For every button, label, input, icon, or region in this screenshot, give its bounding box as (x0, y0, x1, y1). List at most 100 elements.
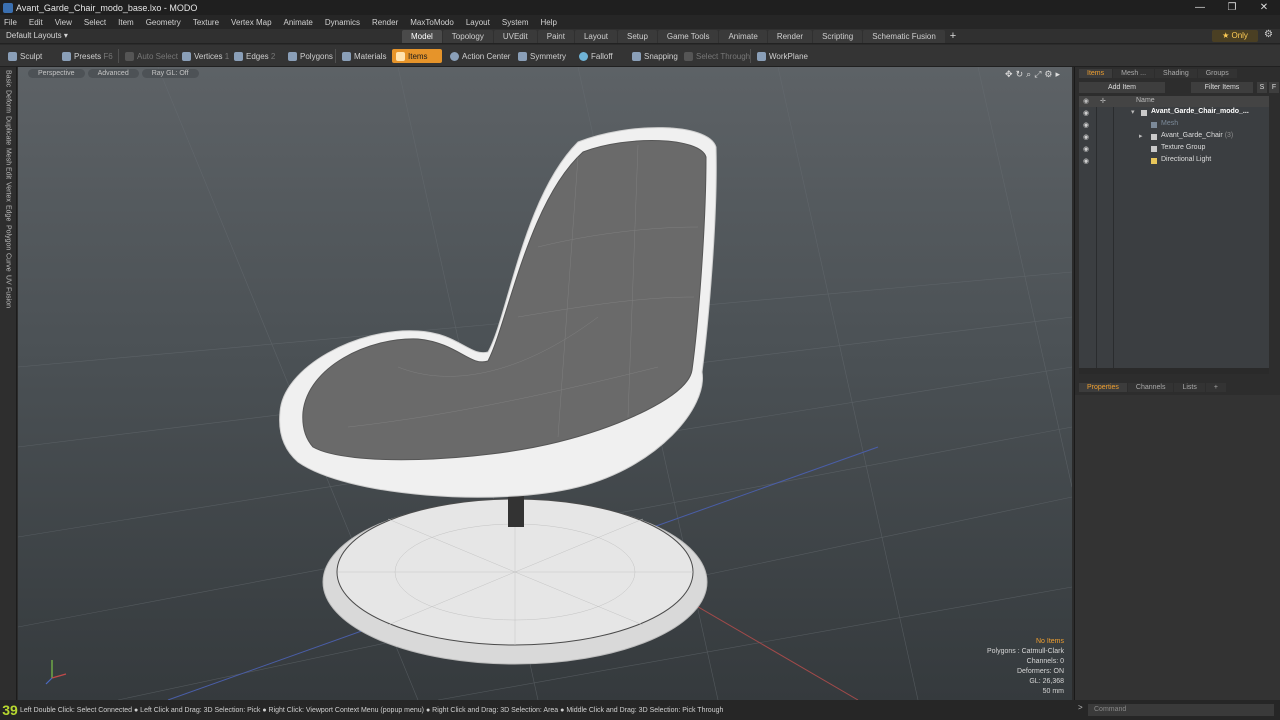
shading-advanced[interactable]: Advanced (87, 69, 139, 78)
list-item[interactable]: ◉ Texture Group (1079, 143, 1269, 155)
palette-tab-polygon[interactable]: Polygon (5, 225, 12, 250)
menu-file[interactable]: File (4, 18, 17, 27)
tab-lists[interactable]: Lists (1174, 383, 1205, 392)
toolbar-divider (750, 49, 751, 63)
menu-help[interactable]: Help (541, 18, 557, 27)
falloff-button[interactable]: Falloff (575, 49, 617, 63)
name-column-header[interactable]: Name (1136, 97, 1155, 104)
visibility-eye-icon[interactable]: ◉ (1083, 121, 1089, 129)
tab-setup[interactable]: Setup (618, 30, 657, 43)
rotate-icon[interactable]: ↻ (1016, 69, 1024, 80)
viewport-gear-icon[interactable]: ⚙ (1044, 69, 1052, 80)
auto-select-button[interactable]: Auto Select (121, 49, 182, 63)
menu-render[interactable]: Render (372, 18, 398, 27)
tab-groups[interactable]: Groups (1197, 69, 1237, 78)
tab-paint[interactable]: Paint (537, 30, 574, 43)
zoom-icon[interactable]: ⌕ (1026, 69, 1031, 80)
tab-shading[interactable]: Shading (1155, 69, 1197, 78)
menu-animate[interactable]: Animate (284, 18, 313, 27)
viewport-menu-icon[interactable]: ▸ (1055, 69, 1060, 80)
s-button[interactable]: S (1257, 82, 1267, 93)
select-through-button[interactable]: Select Through (680, 49, 754, 63)
menu-texture[interactable]: Texture (193, 18, 219, 27)
tab-properties[interactable]: Properties (1079, 383, 1127, 392)
list-item[interactable]: ◉ Mesh (1079, 119, 1269, 131)
visibility-eye-icon[interactable]: ◉ (1083, 109, 1089, 117)
palette-tab-mesh-edit[interactable]: Mesh Edit (5, 148, 12, 179)
ray-gl-toggle[interactable]: Ray GL: Off (141, 69, 199, 78)
tab-items[interactable]: Items (1079, 69, 1113, 78)
tab-animate[interactable]: Animate (719, 30, 767, 43)
palette-tab-fusion[interactable]: Fusion (5, 287, 12, 308)
close-button[interactable]: ✕ (1248, 0, 1280, 15)
palette-tab-uv[interactable]: UV (5, 275, 12, 285)
menu-system[interactable]: System (502, 18, 529, 27)
filter-items-button[interactable]: Filter Items (1191, 82, 1253, 93)
item-list-scrollbar[interactable] (1079, 368, 1269, 374)
command-input[interactable]: Command (1088, 704, 1274, 716)
collapse-arrow-icon[interactable]: ▾ (1131, 108, 1135, 116)
presets-icon (62, 51, 71, 61)
visibility-eye-icon[interactable]: ◉ (1083, 157, 1089, 165)
visibility-eye-icon[interactable]: ◉ (1083, 145, 1089, 153)
vertices-button[interactable]: Vertices 1 (178, 49, 233, 63)
edges-button[interactable]: Edges 2 (230, 49, 279, 63)
gear-icon[interactable]: ⚙ (1264, 29, 1273, 40)
f-button[interactable]: F (1269, 82, 1279, 93)
add-panel-tab-button[interactable]: + (1205, 383, 1226, 392)
menu-select[interactable]: Select (84, 18, 106, 27)
only-toggle[interactable]: ★ Only (1212, 30, 1258, 42)
pan-icon[interactable]: ✥ (1005, 69, 1013, 80)
presets-button[interactable]: Presets F6 (58, 49, 117, 63)
add-item-button[interactable]: Add Item (1079, 82, 1165, 93)
add-tab-button[interactable]: + (946, 30, 960, 43)
palette-tab-curve[interactable]: Curve (5, 253, 12, 272)
polygons-button[interactable]: Polygons (284, 49, 337, 63)
tab-render[interactable]: Render (767, 30, 813, 43)
tab-model[interactable]: Model (402, 30, 442, 43)
command-history-icon[interactable]: > (1078, 703, 1083, 712)
fit-icon[interactable]: ⤢ (1034, 69, 1041, 80)
palette-tab-vertex[interactable]: Vertex (5, 182, 12, 202)
materials-button[interactable]: Materials (338, 49, 390, 63)
menu-item[interactable]: Item (118, 18, 134, 27)
menu-layout[interactable]: Layout (466, 18, 490, 27)
snapping-button[interactable]: Snapping (628, 49, 682, 63)
tab-scripting[interactable]: Scripting (813, 30, 863, 43)
symmetry-button[interactable]: Symmetry (514, 49, 570, 63)
action-center-button[interactable]: Action Center (446, 49, 514, 63)
items-button[interactable]: Items (392, 49, 442, 63)
channels-info: Channels: 0 (1026, 658, 1064, 665)
palette-tab-edge[interactable]: Edge (5, 205, 12, 221)
palette-tab-duplicate[interactable]: Duplicate (5, 116, 12, 145)
expand-arrow-icon[interactable]: ▸ (1139, 132, 1143, 140)
brush-icon (8, 51, 17, 61)
minimize-button[interactable]: — (1184, 0, 1216, 15)
menu-vertex-map[interactable]: Vertex Map (231, 18, 271, 27)
list-item[interactable]: ◉ ▸ Avant_Garde_Chair (3) (1079, 131, 1269, 143)
menu-geometry[interactable]: Geometry (146, 18, 181, 27)
tab-layout[interactable]: Layout (574, 30, 617, 43)
3d-viewport[interactable]: Perspective Advanced Ray GL: Off ✥ ↻ ⌕ ⤢… (18, 67, 1072, 700)
tab-game-tools[interactable]: Game Tools (657, 30, 719, 43)
workplane-button[interactable]: WorkPlane (753, 49, 812, 63)
default-layouts-dropdown[interactable]: Default Layouts ▾ (6, 31, 68, 40)
view-mode-perspective[interactable]: Perspective (28, 69, 85, 78)
palette-tab-basic[interactable]: Basic (5, 70, 12, 87)
sculpt-button[interactable]: Sculpt (4, 49, 46, 63)
list-item[interactable]: ◉ Directional Light (1079, 155, 1269, 167)
maximize-button[interactable]: ❐ (1216, 0, 1248, 15)
menu-maxtomodo[interactable]: MaxToModo (410, 18, 454, 27)
tab-schematic-fusion[interactable]: Schematic Fusion (863, 30, 945, 43)
visibility-eye-icon[interactable]: ◉ (1083, 133, 1089, 141)
tab-mesh[interactable]: Mesh ... (1113, 69, 1155, 78)
menu-edit[interactable]: Edit (29, 18, 43, 27)
tab-channels[interactable]: Channels (1127, 383, 1174, 392)
menu-view[interactable]: View (55, 18, 72, 27)
menu-dynamics[interactable]: Dynamics (325, 18, 360, 27)
tab-topology[interactable]: Topology (442, 30, 493, 43)
falloff-icon (579, 51, 588, 61)
tab-uvedit[interactable]: UVEdit (493, 30, 537, 43)
palette-tab-deform[interactable]: Deform (5, 90, 12, 113)
list-item[interactable]: ◉ ▾ Avant_Garde_Chair_modo_... (1079, 107, 1269, 119)
